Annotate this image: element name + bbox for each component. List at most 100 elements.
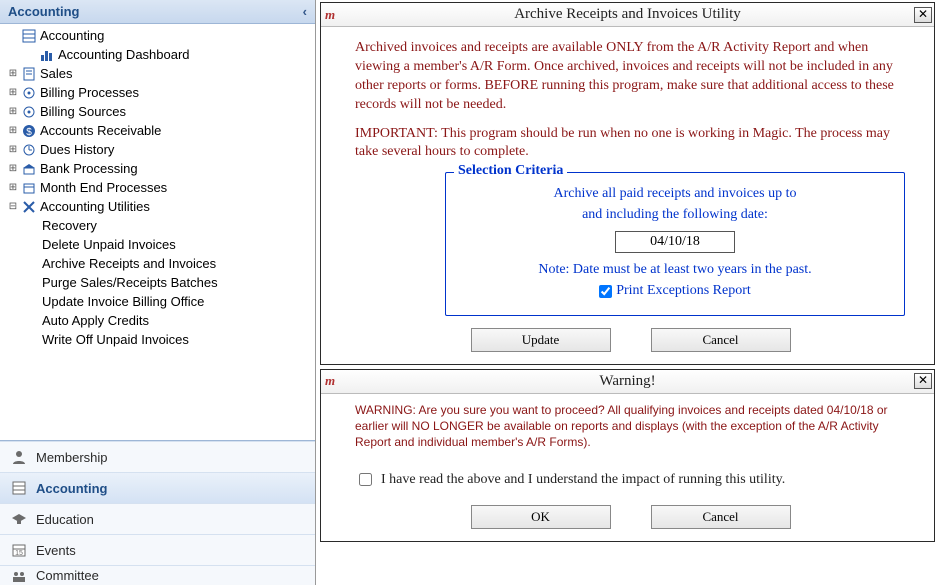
tree-label: Write Off Unpaid Invoices [40, 332, 189, 347]
tree-util-item[interactable]: Write Off Unpaid Invoices [4, 330, 315, 349]
module-events[interactable]: 15 Events [0, 534, 315, 565]
collapse-icon[interactable]: ⊟ [6, 201, 20, 212]
graduation-cap-icon [10, 511, 28, 527]
expand-icon[interactable]: ⊞ [6, 125, 20, 136]
archive-button-row: Update Cancel [355, 328, 906, 352]
person-icon [10, 449, 28, 465]
tree-label: Billing Sources [38, 104, 126, 119]
gears-icon [20, 105, 38, 119]
tree-label: Recovery [40, 218, 97, 233]
module-label: Education [36, 512, 94, 527]
tree-util-item[interactable]: Purge Sales/Receipts Batches [4, 273, 315, 292]
tree-month-end[interactable]: ⊞ Month End Processes [4, 178, 315, 197]
tree-util-item[interactable]: Update Invoice Billing Office [4, 292, 315, 311]
tree-dues-history[interactable]: ⊞ Dues History [4, 140, 315, 159]
update-button[interactable]: Update [471, 328, 611, 352]
archive-title: Archive Receipts and Invoices Utility [323, 6, 932, 23]
expand-icon[interactable]: ⊞ [6, 87, 20, 98]
calendar-cycle-icon [20, 181, 38, 195]
selection-criteria-group: Selection Criteria Archive all paid rece… [445, 172, 905, 316]
tree-label: Accounting [38, 28, 104, 43]
tree-label: Sales [38, 66, 73, 81]
archive-para1: Archived invoices and receipts are avail… [355, 39, 906, 115]
tools-icon [20, 200, 38, 214]
accounting-tree: Accounting Accounting Dashboard ⊞ Sales … [0, 24, 315, 440]
module-label: Membership [36, 450, 108, 465]
tree-label: Auto Apply Credits [40, 313, 149, 328]
module-label: Events [36, 543, 76, 558]
tree-util-item[interactable]: Recovery [4, 216, 315, 235]
archive-titlebar: m Archive Receipts and Invoices Utility … [321, 3, 934, 27]
expand-icon[interactable]: ⊞ [6, 182, 20, 193]
tree-label: Billing Processes [38, 85, 139, 100]
tree-ar[interactable]: ⊞ $ Accounts Receivable [4, 121, 315, 140]
tree-util-item[interactable]: Delete Unpaid Invoices [4, 235, 315, 254]
sidebar-header[interactable]: Accounting ‹ [0, 0, 315, 24]
ledger-icon [20, 29, 38, 43]
bank-icon [20, 162, 38, 176]
svg-text:15: 15 [15, 550, 23, 557]
expand-icon[interactable]: ⊞ [6, 68, 20, 79]
tree-util-item[interactable]: Archive Receipts and Invoices [4, 254, 315, 273]
tree-root-accounting[interactable]: Accounting [4, 26, 315, 45]
app-logo-icon: m [325, 7, 335, 23]
module-education[interactable]: Education [0, 503, 315, 534]
expand-icon[interactable]: ⊞ [6, 106, 20, 117]
main-content: m Archive Receipts and Invoices Utility … [316, 0, 937, 585]
archive-panel: m Archive Receipts and Invoices Utility … [320, 2, 935, 365]
module-label: Committee [36, 568, 99, 583]
confirm-checkbox[interactable] [359, 473, 372, 486]
ok-button[interactable]: OK [471, 505, 611, 529]
criteria-note: Note: Date must be at least two years in… [460, 261, 890, 280]
print-exceptions-checkbox[interactable] [599, 285, 612, 298]
tree-label: Delete Unpaid Invoices [40, 237, 176, 252]
warning-body: WARNING: Are you sure you want to procee… [321, 394, 934, 542]
tree-billing-sources[interactable]: ⊞ Billing Sources [4, 102, 315, 121]
tree-label: Update Invoice Billing Office [40, 294, 204, 309]
people-icon [10, 568, 28, 584]
app-logo-icon: m [325, 373, 335, 389]
archive-date-input[interactable] [615, 231, 735, 253]
print-exceptions-label[interactable]: Print Exceptions Report [616, 282, 751, 301]
tree-label: Accounting Dashboard [56, 47, 190, 62]
tree-label: Accounts Receivable [38, 123, 161, 138]
bar-chart-icon [38, 48, 56, 62]
module-accounting[interactable]: Accounting [0, 472, 315, 503]
tree-bank-processing[interactable]: ⊞ Bank Processing [4, 159, 315, 178]
tree-sales[interactable]: ⊞ Sales [4, 64, 315, 83]
cancel-button[interactable]: Cancel [651, 328, 791, 352]
warning-button-row: OK Cancel [355, 505, 906, 529]
calendar-icon: 15 [10, 542, 28, 558]
module-label: Accounting [36, 481, 108, 496]
cancel-button[interactable]: Cancel [651, 505, 791, 529]
tree-label: Dues History [38, 142, 114, 157]
criteria-line1: Archive all paid receipts and invoices u… [460, 185, 890, 204]
sidebar: Accounting ‹ Accounting Accounting Dashb… [0, 0, 316, 585]
svg-text:$: $ [26, 127, 32, 138]
criteria-text: Archive all paid receipts and invoices u… [460, 185, 890, 301]
tree-util-item[interactable]: Auto Apply Credits [4, 311, 315, 330]
tree-dashboard[interactable]: Accounting Dashboard [4, 45, 315, 64]
close-button[interactable]: ✕ [914, 373, 932, 389]
expand-icon[interactable]: ⊞ [6, 144, 20, 155]
collapse-icon[interactable]: ‹ [303, 4, 307, 19]
dollar-icon: $ [20, 124, 38, 138]
gears-icon [20, 86, 38, 100]
warning-title: Warning! [323, 373, 932, 390]
confirm-label[interactable]: I have read the above and I understand t… [381, 471, 785, 490]
module-membership[interactable]: Membership [0, 441, 315, 472]
warning-panel: m Warning! ✕ WARNING: Are you sure you w… [320, 369, 935, 543]
tree-utilities[interactable]: ⊟ Accounting Utilities [4, 197, 315, 216]
criteria-line2: and including the following date: [460, 206, 890, 225]
warning-titlebar: m Warning! ✕ [321, 370, 934, 394]
tree-label: Accounting Utilities [38, 199, 150, 214]
expand-icon[interactable]: ⊞ [6, 163, 20, 174]
sidebar-title: Accounting [8, 4, 80, 19]
module-committee[interactable]: Committee [0, 565, 315, 585]
tree-billing-processes[interactable]: ⊞ Billing Processes [4, 83, 315, 102]
close-button[interactable]: ✕ [914, 7, 932, 23]
group-legend: Selection Criteria [454, 162, 567, 181]
receipt-icon [20, 67, 38, 81]
confirm-row: I have read the above and I understand t… [355, 470, 906, 489]
tree-label: Archive Receipts and Invoices [40, 256, 216, 271]
